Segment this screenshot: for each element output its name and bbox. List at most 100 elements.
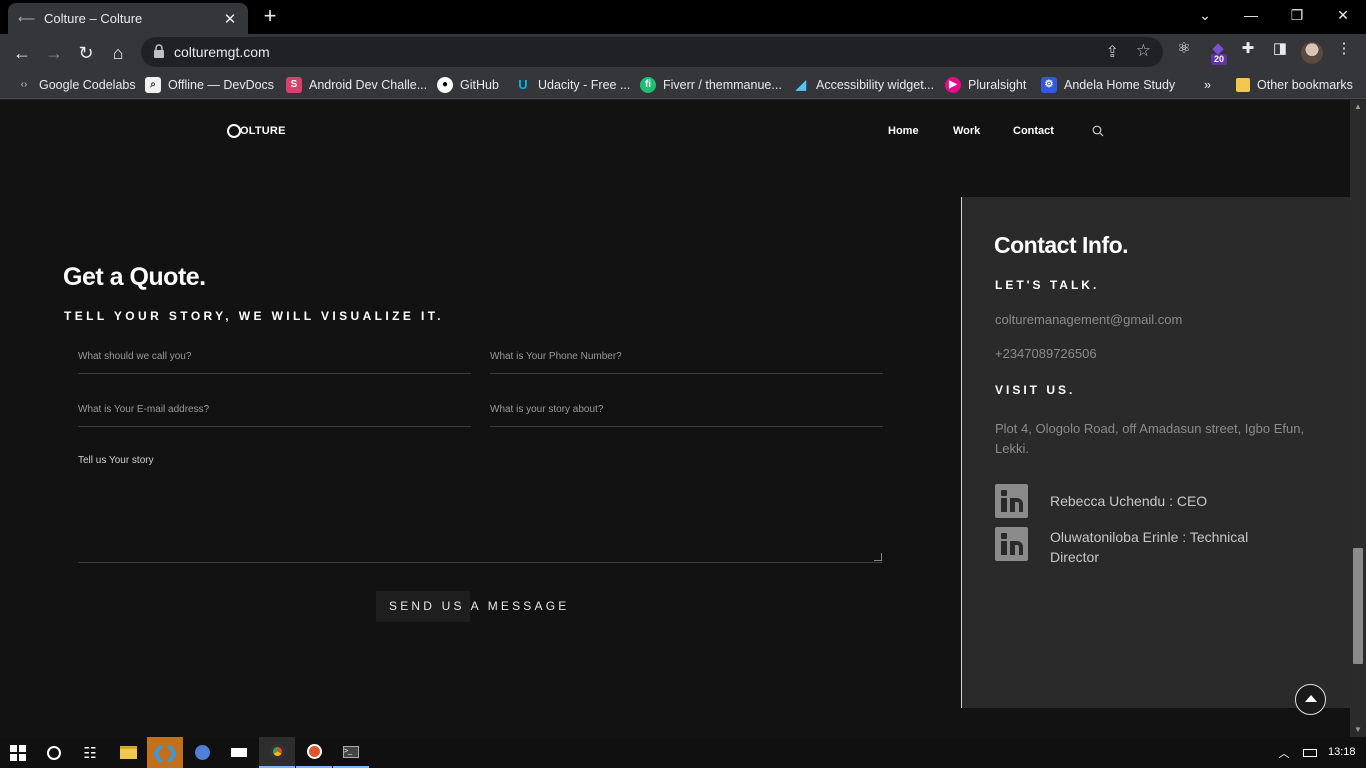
vscode-icon[interactable]: ❮❯: [147, 737, 183, 768]
close-window-button[interactable]: ✕: [1320, 0, 1366, 32]
contact-address: Plot 4, Ologolo Road, off Amadasun stree…: [995, 421, 1305, 456]
other-bookmarks-folder[interactable]: Other bookmarks: [1236, 76, 1353, 94]
person-name: Oluwatoniloba Erinle : Technical Directo…: [1050, 529, 1249, 565]
story-about-field[interactable]: [490, 399, 883, 427]
chevron-up-icon: [1305, 695, 1317, 702]
scroll-down-arrow-icon[interactable]: ▼: [1350, 723, 1366, 737]
udacity-icon: U: [518, 77, 528, 92]
devdocs-icon: ⌕: [145, 77, 161, 93]
andela-icon: ⚙: [1041, 77, 1057, 93]
bookmark-pluralsight[interactable]: ▶ Pluralsight: [945, 76, 1026, 94]
bookmark-accessibility[interactable]: ◢ Accessibility widget...: [793, 76, 934, 94]
restore-button[interactable]: ❐: [1274, 0, 1320, 32]
new-tab-button[interactable]: +: [258, 5, 282, 29]
lets-talk-heading: LET'S TALK.: [995, 278, 1100, 292]
site-logo[interactable]: OLTURE: [227, 124, 286, 138]
android-dev-icon: S: [286, 77, 302, 93]
reload-button[interactable]: ↻: [72, 39, 100, 67]
web-page: OLTURE Home Work Contact Get a Quote. TE…: [0, 100, 1350, 737]
browser-tab[interactable]: ⟵ Colture – Colture ✕: [8, 3, 248, 34]
linkedin-icon[interactable]: [995, 527, 1028, 561]
url-text: colturemgt.com: [174, 44, 270, 60]
resize-grip-icon[interactable]: [874, 553, 882, 561]
codelabs-icon: ‹›: [20, 79, 28, 90]
nav-work[interactable]: Work: [953, 125, 980, 137]
quote-title: Get a Quote.: [63, 263, 206, 291]
email-input[interactable]: [78, 400, 471, 415]
phone-input[interactable]: [490, 347, 883, 362]
site-header: OLTURE Home Work Contact: [0, 100, 1350, 164]
tab-strip: ⟵ Colture – Colture ✕ + ⌄ — ❐ ✕: [0, 0, 1366, 34]
share-icon[interactable]: ⇪: [1106, 42, 1119, 62]
person-name: Rebecca Uchendu : CEO: [1050, 493, 1208, 509]
scrollbar-thumb[interactable]: [1353, 548, 1363, 664]
quote-subtitle: TELL YOUR STORY, WE WILL VISUALIZE IT.: [64, 309, 444, 323]
contact-phone[interactable]: +2347089726506: [995, 344, 1097, 364]
minimize-button[interactable]: —: [1228, 0, 1274, 32]
folder-icon: [1236, 78, 1250, 92]
story-textarea[interactable]: [78, 455, 882, 562]
windows-start-icon[interactable]: [0, 737, 36, 768]
extension-badge: 20: [1211, 54, 1228, 65]
react-devtools-icon[interactable]: ⚛: [1173, 39, 1195, 61]
address-bar[interactable]: colturemgt.com ⇪ ☆: [141, 37, 1163, 67]
email-field[interactable]: [78, 399, 471, 427]
home-button[interactable]: ⌂: [104, 39, 132, 67]
linkedin-icon[interactable]: [995, 484, 1028, 518]
side-panel-icon[interactable]: ◨: [1269, 39, 1291, 61]
nav-home[interactable]: Home: [888, 125, 919, 137]
bookmark-udacity[interactable]: U Udacity - Free ...: [515, 76, 630, 94]
pluralsight-icon: ▶: [945, 77, 961, 93]
tab-search-icon[interactable]: ⌄: [1182, 0, 1228, 32]
bookmark-star-icon[interactable]: ☆: [1136, 41, 1151, 61]
page-scrollbar[interactable]: ▲ ▼: [1350, 100, 1366, 737]
extensions-puzzle-icon[interactable]: ✚: [1237, 39, 1259, 61]
app-icon[interactable]: [221, 737, 257, 768]
scroll-to-top-button[interactable]: [1295, 684, 1326, 715]
story-field[interactable]: [78, 455, 882, 563]
chrome-alt-icon[interactable]: [184, 737, 220, 768]
fiverr-icon: fi: [640, 77, 656, 93]
bookmarks-bar: ‹› Google Codelabs ⌕ Offline — DevDocs S An…: [0, 71, 1366, 99]
file-explorer-icon[interactable]: [110, 737, 146, 768]
bookmarks-overflow-button[interactable]: »: [1204, 76, 1211, 94]
media-player-icon[interactable]: [296, 737, 332, 768]
flutter-icon: ◢: [796, 77, 806, 92]
scroll-up-arrow-icon[interactable]: ▲: [1350, 100, 1366, 114]
nav-contact[interactable]: Contact: [1013, 125, 1054, 137]
logo-c-icon: [227, 124, 241, 138]
forward-button[interactable]: →: [40, 39, 68, 67]
search-circle-icon[interactable]: [36, 737, 72, 768]
bookmark-devdocs[interactable]: ⌕ Offline — DevDocs: [145, 76, 274, 94]
name-input[interactable]: [78, 347, 471, 362]
bookmark-google-codelabs[interactable]: ‹› Google Codelabs: [16, 76, 136, 94]
lock-icon: [154, 44, 164, 58]
github-icon: ●: [437, 77, 453, 93]
phone-field[interactable]: [490, 346, 883, 374]
story-about-input[interactable]: [490, 400, 883, 415]
battery-network-icon[interactable]: [1297, 737, 1323, 768]
terminal-icon[interactable]: >_: [333, 737, 369, 768]
bookmark-github[interactable]: ● GitHub: [437, 76, 499, 94]
chrome-taskbar-icon[interactable]: [259, 737, 295, 768]
task-view-icon[interactable]: ☷: [72, 737, 108, 768]
taskbar: ☷ ❮❯ >_ ︿ 13:18: [0, 737, 1366, 768]
bookmark-andela[interactable]: ⚙ Andela Home Study: [1041, 76, 1175, 94]
browser-toolbar: ← → ↻ ⌂ colturemgt.com ⇪ ☆ ⚛ ◆ ✚ ◨ ⋮: [0, 34, 1366, 71]
tray-chevron-up-icon[interactable]: ︿: [1272, 737, 1296, 768]
contact-email[interactable]: colturemanagement@gmail.com: [995, 310, 1182, 330]
person-row: Rebecca Uchendu : CEO: [995, 484, 1300, 518]
bookmark-fiverr[interactable]: fi Fiverr / themmanue...: [640, 76, 782, 94]
close-tab-icon[interactable]: ✕: [222, 10, 238, 28]
back-button[interactable]: ←: [8, 39, 36, 67]
name-field[interactable]: [78, 346, 471, 374]
search-icon[interactable]: [1092, 125, 1104, 137]
menu-kebab-icon[interactable]: ⋮: [1333, 39, 1355, 61]
loading-icon: ⟵: [18, 11, 36, 26]
visit-us-heading: VISIT US.: [995, 383, 1076, 397]
profile-avatar[interactable]: [1301, 42, 1323, 64]
send-message-label[interactable]: SEND US A MESSAGE: [389, 599, 569, 613]
contact-info-title: Contact Info.: [994, 232, 1129, 258]
bookmark-android-dev[interactable]: S Android Dev Challe...: [286, 76, 427, 94]
taskbar-clock[interactable]: 13:18: [1328, 746, 1356, 758]
